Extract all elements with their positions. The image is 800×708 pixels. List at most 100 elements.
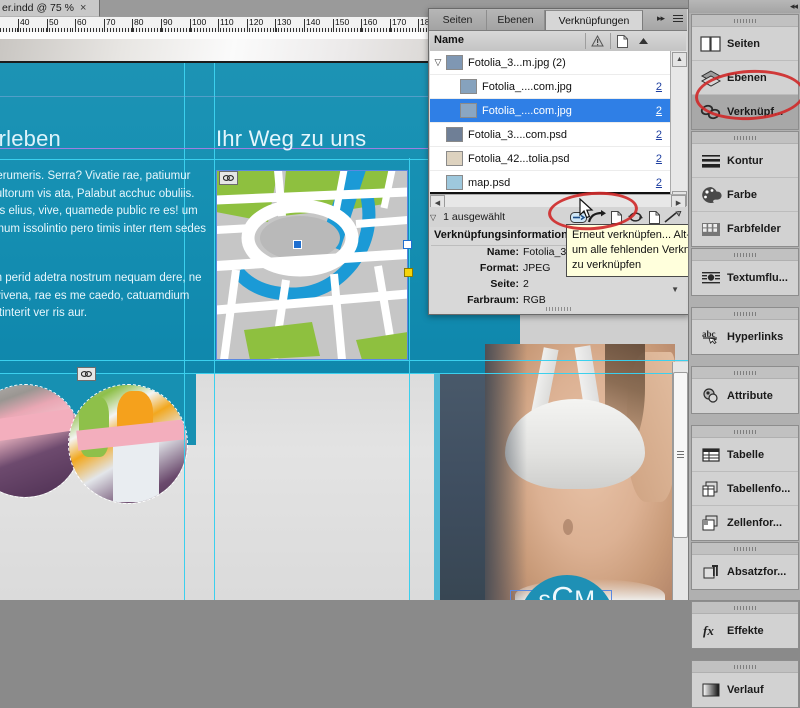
page-icon[interactable] bbox=[610, 33, 633, 49]
info-key: Farbraum: bbox=[467, 294, 519, 306]
circular-photo-2[interactable] bbox=[68, 384, 188, 504]
sidebar-item-textumfluss[interactable]: Textumflu... bbox=[692, 261, 798, 295]
sidebar-item-verlauf[interactable]: Verlauf bbox=[692, 673, 798, 707]
sidebar-item-farbe[interactable]: Farbe bbox=[692, 178, 798, 212]
close-icon[interactable]: × bbox=[80, 2, 86, 14]
tab-ebenen[interactable]: Ebenen bbox=[487, 10, 545, 30]
dock-group-6-grip[interactable] bbox=[692, 426, 798, 438]
tab-verknuepfungen[interactable]: Verknüpfungen bbox=[545, 10, 643, 30]
sidebar-item-hyperlinks[interactable]: abc Hyperlinks bbox=[692, 320, 798, 354]
dock-group-4-grip[interactable] bbox=[692, 308, 798, 320]
ruler-label: 170 bbox=[392, 17, 407, 27]
link-name: Fotolia_3...m.jpg (2) bbox=[468, 56, 566, 69]
dock-group-3-grip[interactable] bbox=[692, 249, 798, 261]
dock-group-1-grip[interactable] bbox=[692, 15, 798, 27]
sidebar-item-label: Attribute bbox=[727, 390, 773, 402]
collapse-panel-icon[interactable]: ▸▸ bbox=[657, 13, 665, 24]
dock-group-7-grip[interactable] bbox=[692, 543, 798, 555]
sidebar-item-attribute[interactable]: Attribute bbox=[692, 379, 798, 413]
link-page[interactable]: 2 bbox=[636, 81, 670, 93]
sidebar-item-kontur[interactable]: Kontur bbox=[692, 144, 798, 178]
table-styles-icon bbox=[698, 477, 724, 501]
panel-menu-icon[interactable] bbox=[670, 13, 683, 24]
document-tab-label: er.indd @ 75 % bbox=[2, 2, 74, 14]
dock-group-4: abc Hyperlinks bbox=[691, 307, 799, 355]
links-list[interactable]: ▽ Fotolia_3...m.jpg (2) Fotolia_....com.… bbox=[430, 51, 670, 195]
document-tab[interactable]: er.indd @ 75 % × bbox=[0, 0, 100, 17]
list-item[interactable]: Fotolia_3....com.psd 2 bbox=[430, 123, 670, 147]
info-value: 2 bbox=[523, 278, 529, 290]
warning-triangle-icon[interactable] bbox=[585, 33, 608, 49]
guide-vertical-3[interactable] bbox=[409, 158, 410, 600]
dock-group-9: Verlauf bbox=[691, 660, 799, 708]
links-column-header: Name bbox=[430, 31, 686, 52]
expand-dock-icon[interactable]: ◂◂ bbox=[790, 1, 798, 12]
scrollbar-grip-icon bbox=[677, 451, 684, 459]
link-page[interactable]: 2 bbox=[636, 129, 670, 141]
sort-caret-icon[interactable] bbox=[632, 33, 654, 49]
model-photo-frame[interactable] bbox=[485, 344, 675, 600]
dock-group-5-grip[interactable] bbox=[692, 367, 798, 379]
dock-group-6: Tabelle Tabellenfo... Zellenfor... bbox=[691, 425, 799, 541]
info-key: Name: bbox=[486, 246, 519, 258]
selected-frame-outline[interactable] bbox=[216, 170, 408, 360]
list-item-selected[interactable]: Fotolia_....com.jpg 2 bbox=[430, 99, 670, 123]
link-badge-icon[interactable] bbox=[219, 171, 238, 185]
dock-group-8-grip[interactable] bbox=[692, 602, 798, 614]
margin-guide-upper bbox=[0, 96, 480, 97]
links-list-scrollbar[interactable]: ▲ ▼ bbox=[670, 51, 687, 206]
link-page[interactable]: 2 bbox=[636, 105, 670, 117]
list-item[interactable]: ▽ Fotolia_3...m.jpg (2) bbox=[430, 51, 670, 75]
guide-horizontal-2[interactable] bbox=[0, 360, 688, 361]
guide-vertical-2[interactable] bbox=[214, 63, 215, 600]
ruler-major-tick bbox=[75, 19, 76, 32]
link-thumbnail bbox=[446, 55, 463, 70]
ruler-major-tick bbox=[275, 19, 276, 32]
info-value: JPEG bbox=[523, 262, 551, 274]
ruler-label: 160 bbox=[363, 17, 378, 27]
guide-horizontal-3[interactable] bbox=[0, 373, 688, 374]
links-panel-tab-bar: Seiten Ebenen Verknüpfungen ▸▸ bbox=[429, 9, 687, 31]
sidebar-item-effekte[interactable]: fx Effekte bbox=[692, 614, 798, 648]
circular-photo-2-white-pants bbox=[113, 440, 159, 502]
page-heading-right: Ihr Weg zu uns bbox=[216, 126, 367, 151]
info-scroll-caret-icon[interactable]: ▼ bbox=[671, 285, 679, 294]
selection-handle-top-center[interactable] bbox=[293, 240, 302, 249]
gradient-icon bbox=[698, 678, 724, 702]
dock-group-9-grip[interactable] bbox=[692, 661, 798, 673]
disclosure-triangle-icon[interactable]: ▽ bbox=[430, 57, 446, 68]
ruler-major-tick bbox=[304, 19, 305, 32]
page-icon-2[interactable] bbox=[645, 209, 663, 225]
sidebar-item-label: Textumflu... bbox=[727, 272, 788, 284]
link-page[interactable]: 2 bbox=[636, 153, 670, 165]
pages-icon bbox=[698, 32, 724, 56]
link-page[interactable]: 2 bbox=[636, 177, 670, 189]
sidebar-item-zellenformate[interactable]: Zellenfor... bbox=[692, 506, 798, 540]
ruler-major-tick bbox=[47, 19, 48, 32]
scroll-up-icon[interactable]: ▲ bbox=[672, 52, 687, 67]
sidebar-item-seiten[interactable]: Seiten bbox=[692, 27, 798, 61]
ruler-major-tick bbox=[190, 19, 191, 32]
info-key: Seite: bbox=[490, 278, 519, 290]
dock-group-2-grip[interactable] bbox=[692, 132, 798, 144]
sidebar-item-farbfelder[interactable]: Farbfelder bbox=[692, 212, 798, 246]
link-thumbnail bbox=[460, 103, 477, 118]
link-badge-icon-2[interactable] bbox=[77, 367, 96, 381]
tab-seiten[interactable]: Seiten bbox=[429, 10, 487, 30]
ruler-major-tick bbox=[161, 19, 162, 32]
sidebar-item-tabelle[interactable]: Tabelle bbox=[692, 438, 798, 472]
ruler-major-tick bbox=[361, 19, 362, 32]
page-heading-left: eit erleben bbox=[0, 126, 61, 151]
table-icon bbox=[698, 443, 724, 467]
sidebar-item-tabellenformate[interactable]: Tabellenfo... bbox=[692, 472, 798, 506]
panel-resize-grip-icon[interactable] bbox=[546, 307, 572, 311]
edit-original-icon[interactable] bbox=[664, 209, 682, 225]
ruler-major-tick bbox=[247, 19, 248, 32]
guide-vertical-1[interactable] bbox=[184, 63, 185, 600]
color-palette-icon bbox=[698, 183, 724, 207]
sidebar-item-absatzformate[interactable]: Absatzfor... bbox=[692, 555, 798, 589]
canvas-scrollbar-thumb[interactable] bbox=[673, 372, 688, 538]
list-item[interactable]: Fotolia_42...tolia.psd 2 bbox=[430, 147, 670, 171]
selection-disclosure-icon[interactable]: ▽ bbox=[430, 213, 436, 222]
list-item[interactable]: Fotolia_....com.jpg 2 bbox=[430, 75, 670, 99]
